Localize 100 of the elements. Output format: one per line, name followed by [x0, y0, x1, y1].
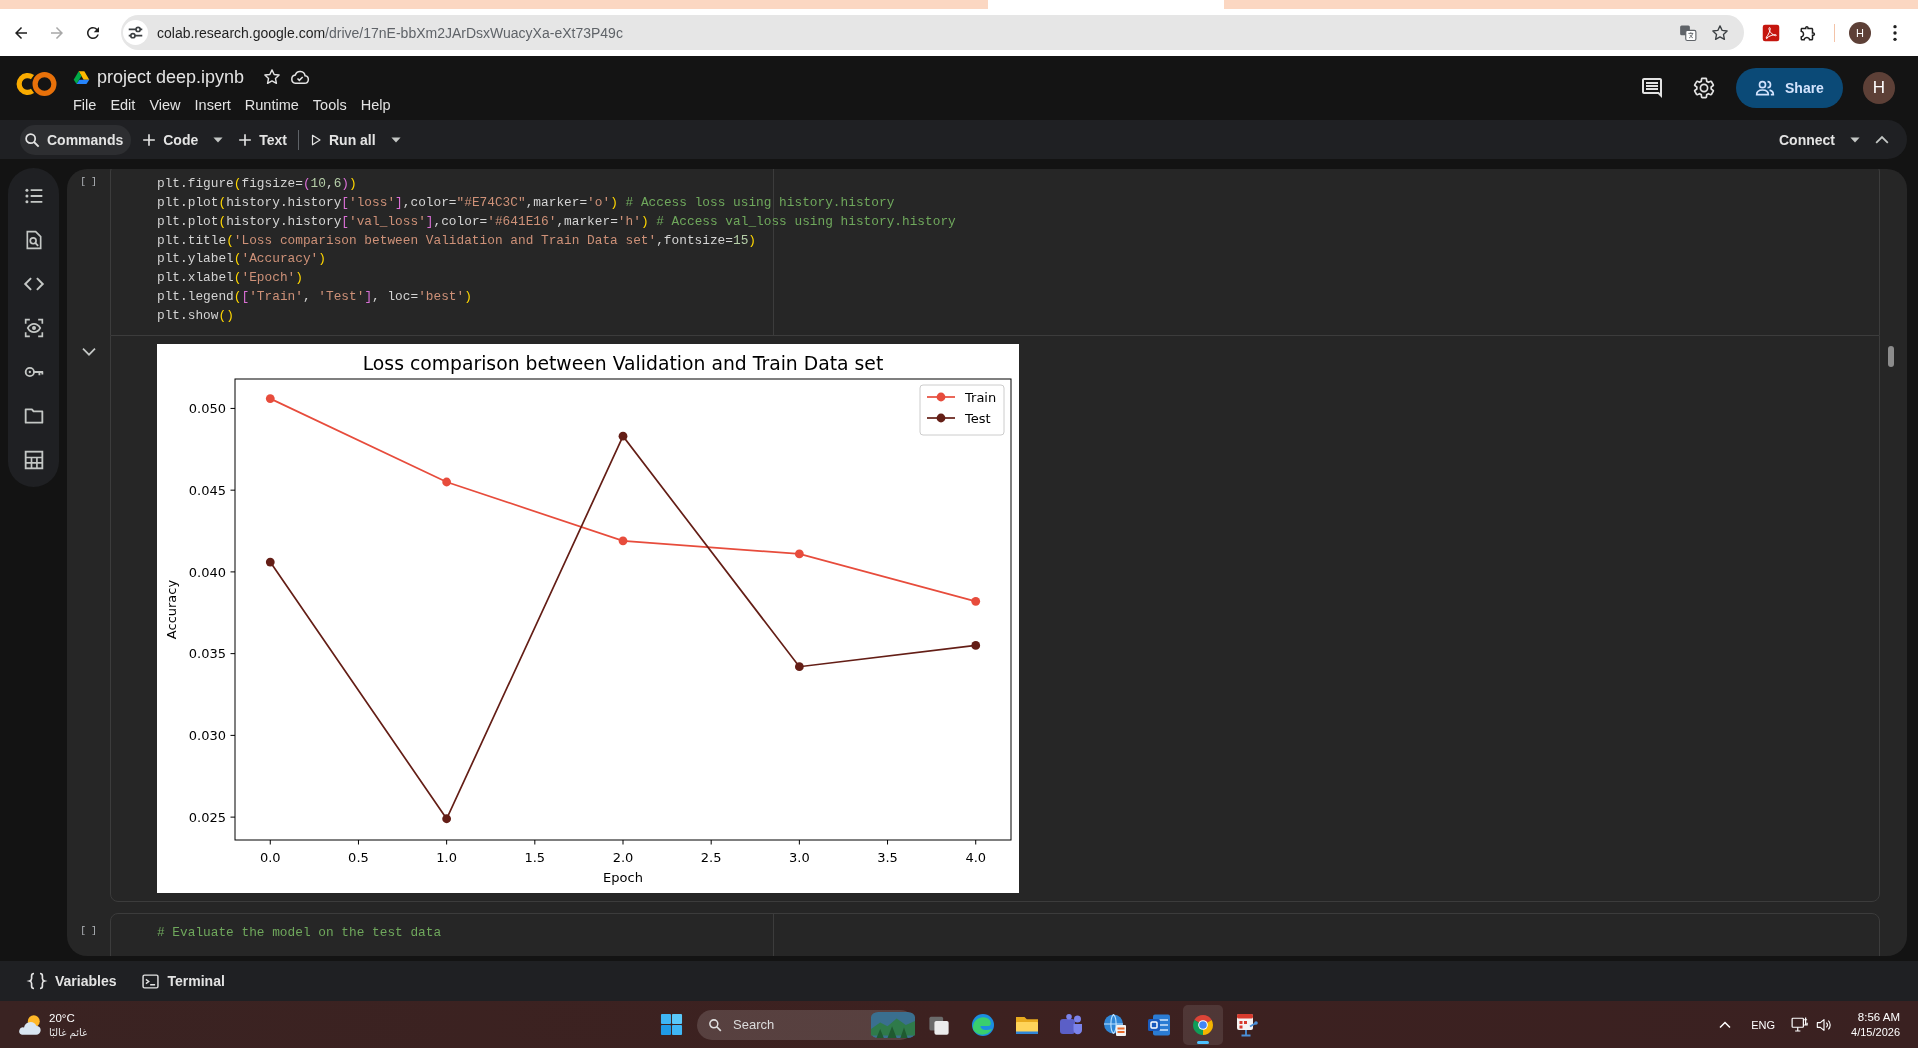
x-tick-label: 4.0 — [965, 849, 987, 865]
pdf-icon[interactable] — [1762, 23, 1780, 42]
menu-item[interactable]: View — [142, 93, 188, 117]
data-point — [265, 394, 275, 403]
account-avatar[interactable]: H — [1863, 72, 1895, 104]
monitor-icon[interactable] — [1791, 1015, 1810, 1034]
connect-button[interactable]: Connect — [1775, 124, 1839, 155]
commands-button[interactable]: Commands — [20, 124, 132, 155]
data-point — [442, 814, 452, 823]
menu-item[interactable]: Tools — [305, 93, 354, 117]
x-tick-label: 1.0 — [436, 849, 457, 865]
data-point — [265, 557, 275, 567]
menu-item[interactable]: File — [66, 93, 104, 117]
puzzle-icon[interactable] — [1799, 23, 1817, 42]
site-settings-icon[interactable] — [123, 20, 148, 45]
code-editor[interactable] — [110, 169, 1880, 335]
more-icon[interactable] — [1893, 24, 1897, 41]
data-point — [442, 477, 452, 487]
y-tick-label: 0.030 — [188, 727, 226, 743]
legend-label: Train — [965, 389, 997, 405]
x-tick-label: 1.5 — [524, 849, 546, 865]
settings-icon[interactable] — [1692, 76, 1716, 100]
list-icon[interactable] — [23, 186, 44, 206]
globe-icon — [1103, 1012, 1127, 1037]
code-line: plt.figure(figsize=(10,6)) — [157, 175, 357, 193]
data-point — [794, 662, 804, 671]
y-tick-label: 0.035 — [188, 646, 226, 662]
y-tick-label: 0.040 — [188, 564, 226, 580]
terminal-button[interactable]: Terminal — [137, 966, 229, 996]
run-all-button[interactable]: Run all — [306, 124, 380, 155]
terminal-icon — [141, 972, 159, 990]
landscape-icon — [871, 1011, 915, 1038]
y-tick-label: 0.050 — [188, 400, 226, 416]
menu-item[interactable]: Runtime — [237, 93, 306, 117]
taskbar-button[interactable] — [1183, 1004, 1223, 1045]
play-icon — [310, 133, 322, 146]
presentation-board-icon — [1235, 1012, 1259, 1037]
code-line: plt.show() — [157, 307, 234, 325]
axis-label: Accuracy — [164, 579, 179, 640]
star-icon[interactable] — [1711, 23, 1729, 42]
insert-button[interactable]: Text — [234, 124, 291, 155]
data-point — [618, 536, 628, 546]
legend-label: Test — [965, 410, 991, 426]
legend-marker-icon — [926, 413, 956, 423]
table-icon[interactable] — [23, 450, 44, 470]
address-bar[interactable]: colab.research.google.com/drive/17nE-bbXm2JArDsxWuacyXa-eXt73P49c — [121, 15, 1744, 50]
y-tick-label: 0.025 — [188, 809, 226, 825]
search-input[interactable]: Search — [733, 1014, 843, 1035]
execution-count: [ ] — [80, 925, 97, 937]
clock-date[interactable]: 4/15/2026 — [1851, 1026, 1900, 1038]
code-line: plt.ylabel('Accuracy') — [157, 250, 326, 269]
legend-marker-icon — [926, 392, 956, 402]
logo-icon[interactable] — [15, 71, 57, 97]
weather-temperature: 20°C — [49, 1011, 75, 1024]
profile-avatar[interactable]: H — [1849, 21, 1871, 44]
x-tick-label: 0.0 — [259, 849, 281, 865]
insert-button[interactable]: Code — [138, 124, 203, 155]
code-line: plt.legend(['Train', 'Test'], loc='best') — [157, 288, 472, 307]
menu-item[interactable]: Help — [353, 93, 398, 117]
variables-button[interactable]: Variables — [24, 966, 121, 996]
braces-icon — [28, 972, 46, 990]
notebook-title[interactable]: project deep.ipynb — [97, 66, 245, 88]
x-tick-label: 0.5 — [348, 849, 369, 865]
eye-icon[interactable] — [23, 318, 44, 338]
code-line: plt.title('Loss comparison between Validation and Train Data set',fontsize=15) — [157, 231, 757, 250]
browser-icon — [1191, 1012, 1215, 1037]
data-point — [971, 596, 981, 606]
code-line: plt.plot(history.history['loss'],color="#E74C3C",marker='o') # Access loss using history.history — [157, 193, 895, 212]
document-icon — [1147, 1012, 1171, 1037]
people-icon — [1755, 78, 1775, 98]
scrollbar-thumb[interactable] — [1888, 346, 1894, 367]
execution-count: [ ] — [80, 177, 97, 188]
code-line: plt.xlabel('Epoch') — [157, 269, 303, 288]
url-text[interactable]: colab.research.google.com/drive/17nE-bbXm2JArDsxWuacyXa-eXt73P49c — [157, 24, 623, 41]
comment-icon[interactable] — [1640, 76, 1664, 100]
axis-label: Epoch — [603, 869, 643, 885]
clock-time[interactable]: 8:56 AM — [1857, 1011, 1900, 1023]
drive-icon — [73, 68, 90, 86]
menu-item[interactable]: Edit — [103, 93, 143, 117]
search-icon — [708, 1017, 722, 1032]
translate-icon[interactable] — [1679, 23, 1697, 42]
search-field[interactable]: Search — [697, 1009, 915, 1040]
data-point — [618, 431, 628, 441]
x-tick-label: 3.0 — [789, 849, 810, 865]
language-indicator[interactable]: ENG — [1751, 1018, 1776, 1031]
code-line: plt.plot(history.history['val_loss'],color='#641E16',marker='h') # Access val_loss using history.history — [157, 212, 956, 231]
plus-icon — [238, 132, 253, 147]
swirl-icon — [971, 1012, 995, 1037]
star-icon[interactable] — [263, 68, 282, 86]
plus-icon — [142, 132, 157, 147]
speaker-icon[interactable] — [1816, 1016, 1833, 1033]
code-editor[interactable]: # Evaluate the model on the test data — [110, 912, 1880, 956]
menu-item[interactable]: Insert — [187, 93, 238, 117]
share-button[interactable]: Share — [1736, 68, 1843, 108]
weather-condition: غائم غالبًا — [49, 1026, 88, 1038]
data-point — [971, 640, 981, 650]
folder-icon[interactable] — [23, 406, 44, 426]
people-app-icon — [1059, 1012, 1083, 1037]
data-point — [794, 549, 804, 559]
x-tick-label: 2.0 — [612, 849, 634, 865]
